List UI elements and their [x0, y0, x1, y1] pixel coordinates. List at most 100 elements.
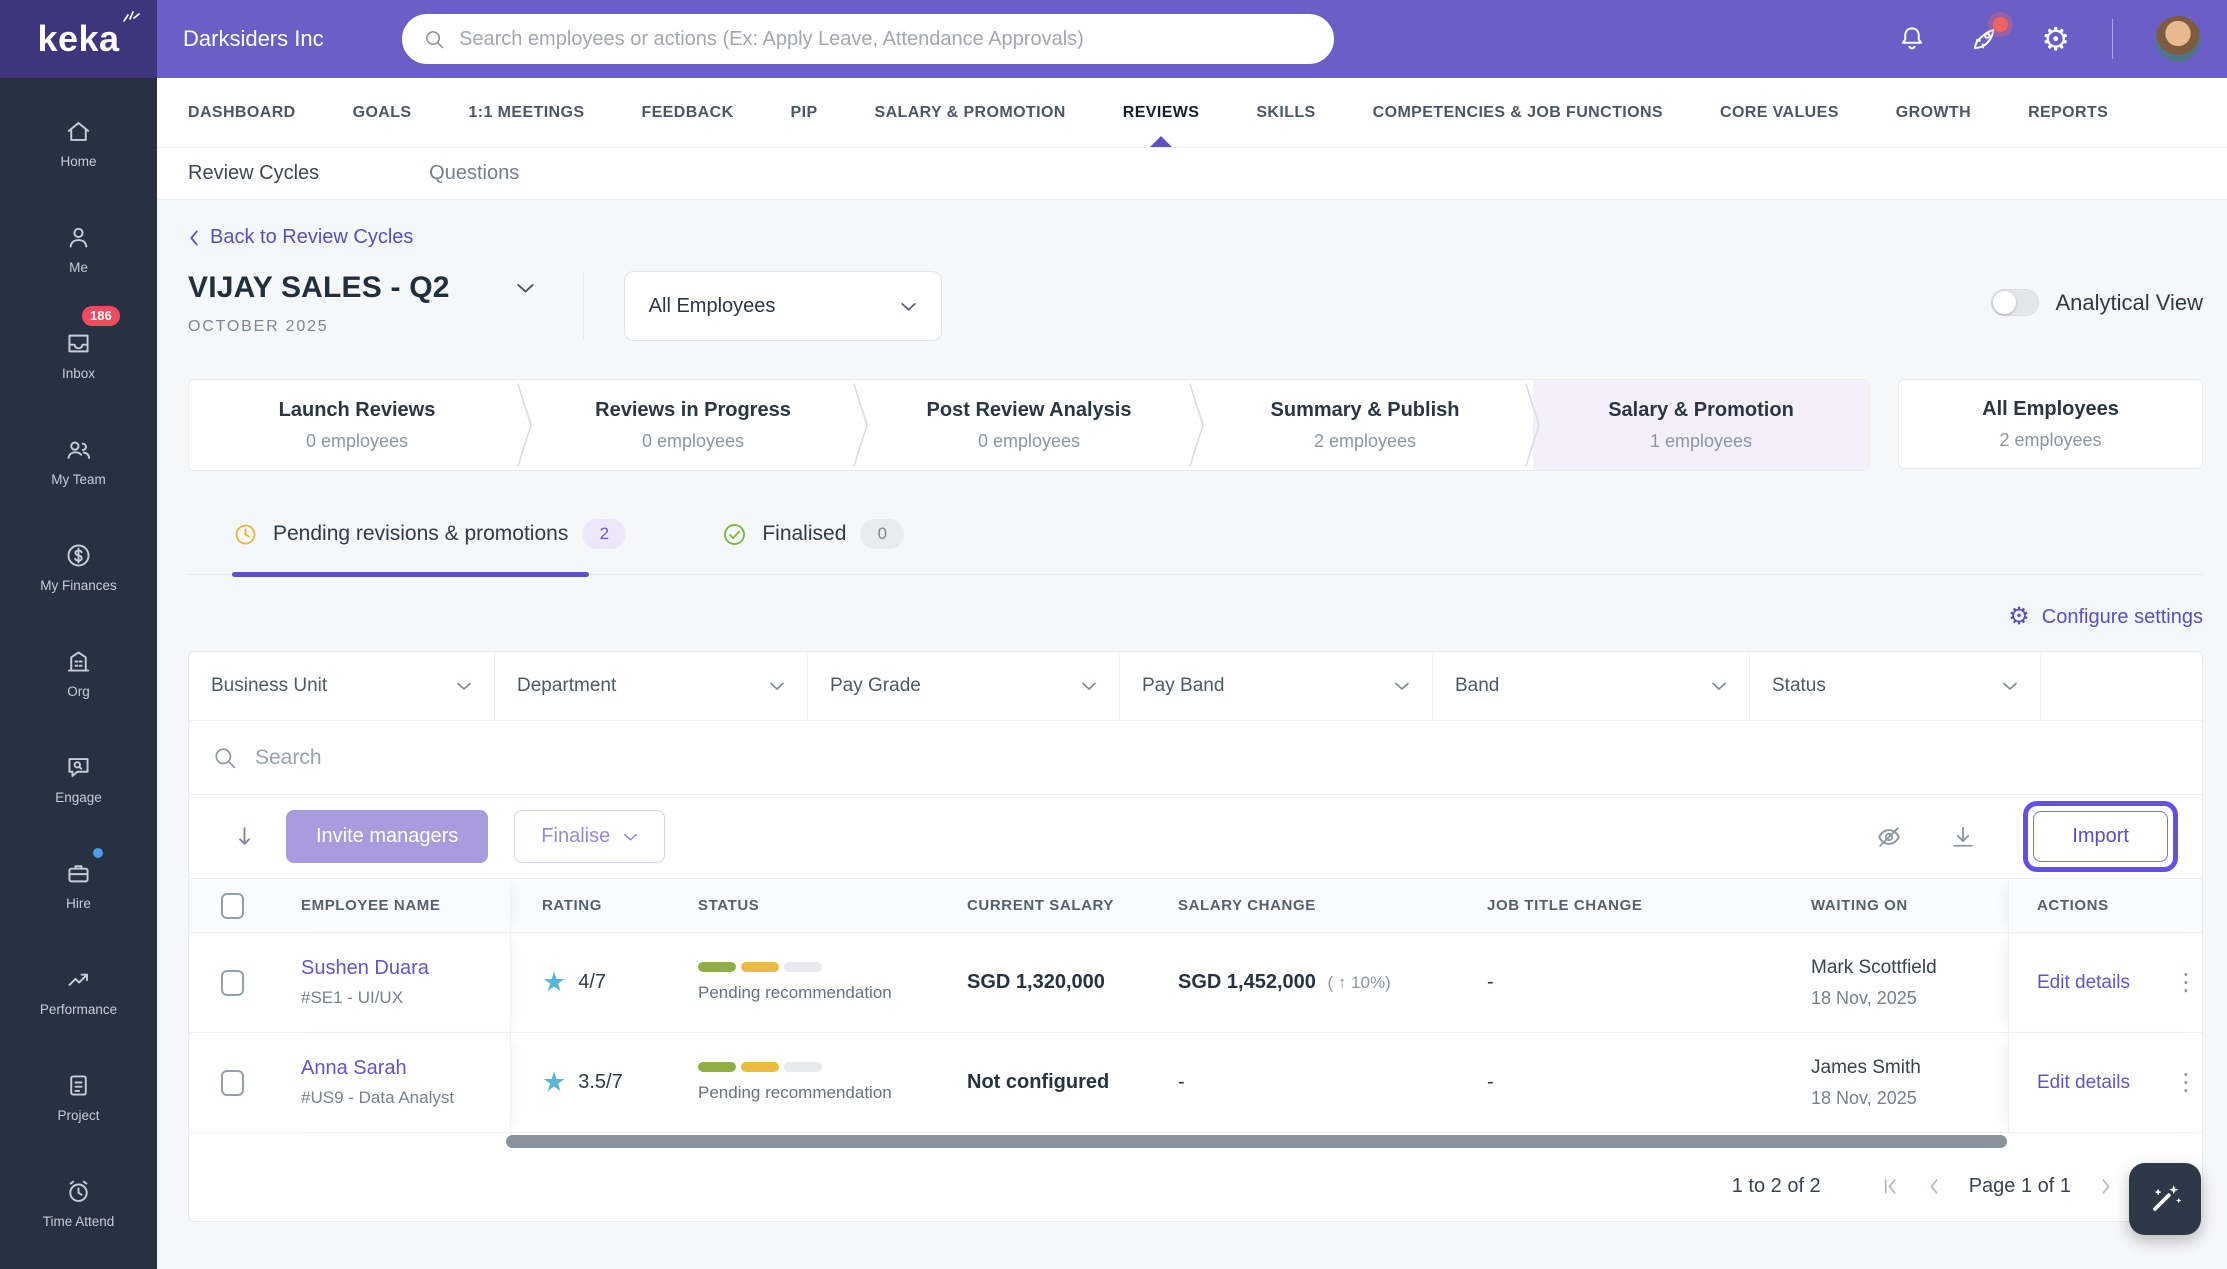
row-checkbox[interactable]: [221, 1070, 244, 1096]
team-icon: [64, 435, 93, 464]
sidebar-item-time-attend[interactable]: Time Attend: [0, 1150, 157, 1256]
kebab-menu-icon[interactable]: ⋮: [2174, 968, 2198, 997]
edit-details-link[interactable]: Edit details: [2037, 972, 2130, 994]
current-salary-cell: Not configured: [956, 1071, 1171, 1094]
tab-pip[interactable]: PIP: [791, 78, 818, 147]
sidebar-item-hire[interactable]: Hire: [0, 832, 157, 938]
employee-name-link[interactable]: Anna Sarah: [301, 1057, 407, 1080]
stage-post-review-analysis[interactable]: Post Review Analysis 0 employees: [861, 380, 1197, 470]
analytical-view-toggle[interactable]: [1991, 289, 2039, 316]
prev-page-button[interactable]: [1926, 1178, 1941, 1195]
tab-skills[interactable]: SKILLS: [1256, 78, 1315, 147]
filter-business-unit[interactable]: Business Unit: [189, 652, 495, 720]
page-title: VIJAY SALES - Q2: [188, 271, 450, 305]
download-icon[interactable]: [1949, 823, 1977, 851]
filter-band[interactable]: Band: [1433, 652, 1750, 720]
home-icon: [64, 117, 93, 146]
sidebar-item-my-finances[interactable]: My Finances: [0, 514, 157, 620]
sidebar-item-label: Me: [69, 260, 88, 275]
sidebar-item-engage[interactable]: Engage: [0, 726, 157, 832]
chevron-down-icon: [1394, 681, 1410, 691]
sidebar-item-label: My Team: [51, 472, 106, 487]
ai-assistant-fab[interactable]: [2129, 1163, 2201, 1235]
tab-core-values[interactable]: CORE VALUES: [1720, 78, 1839, 147]
sidebar-item-my-team[interactable]: My Team: [0, 408, 157, 514]
global-search-bar[interactable]: [402, 14, 1334, 64]
tab-feedback[interactable]: FEEDBACK: [641, 78, 733, 147]
global-search-input[interactable]: [459, 28, 1312, 51]
tab-salary-promotion[interactable]: SALARY & PROMOTION: [875, 78, 1066, 147]
settings-gear-icon[interactable]: ⚙: [2041, 23, 2070, 55]
sidebar-item-inbox[interactable]: 186 Inbox: [0, 302, 157, 408]
check-circle-icon: [721, 521, 748, 548]
tab-reports[interactable]: REPORTS: [2028, 78, 2108, 147]
col-status: STATUS: [681, 897, 956, 914]
scrollbar-thumb[interactable]: [506, 1135, 2007, 1148]
tab-pending-revisions[interactable]: Pending revisions & promotions 2: [232, 519, 626, 549]
sidebar-item-me[interactable]: Me: [0, 196, 157, 302]
chevron-down-icon: [2002, 681, 2018, 691]
col-employee-name: EMPLOYEE NAME: [291, 879, 511, 932]
sidebar: keka Home Me 186 Inbox My Team My Financ…: [0, 0, 157, 1269]
filter-department[interactable]: Department: [495, 652, 808, 720]
tab-competencies[interactable]: COMPETENCIES & JOB FUNCTIONS: [1373, 78, 1663, 147]
main-area: DASHBOARD GOALS 1:1 MEETINGS FEEDBACK PI…: [157, 78, 2227, 1269]
edit-details-link[interactable]: Edit details: [2037, 1072, 2130, 1094]
sidebar-item-project[interactable]: Project: [0, 1044, 157, 1150]
filter-pay-band[interactable]: Pay Band: [1120, 652, 1433, 720]
subtab-questions[interactable]: Questions: [429, 162, 519, 185]
filter-pay-grade[interactable]: Pay Grade: [808, 652, 1120, 720]
select-all-checkbox[interactable]: [221, 893, 244, 919]
import-button[interactable]: Import: [2033, 811, 2168, 862]
tab-1-1-meetings[interactable]: 1:1 MEETINGS: [469, 78, 585, 147]
invite-managers-button[interactable]: Invite managers: [286, 810, 488, 863]
hide-columns-icon[interactable]: [1875, 823, 1903, 851]
subtab-review-cycles[interactable]: Review Cycles: [188, 162, 319, 185]
filter-status[interactable]: Status: [1750, 652, 2041, 720]
configure-settings-button[interactable]: ⚙ Configure settings: [188, 605, 2203, 629]
tab-dashboard[interactable]: DASHBOARD: [188, 78, 296, 147]
sidebar-item-performance[interactable]: Performance: [0, 938, 157, 1044]
sort-icon[interactable]: [231, 823, 258, 850]
sidebar-item-home[interactable]: Home: [0, 90, 157, 196]
actions-cell: Edit details ⋮: [2008, 933, 2202, 1032]
user-icon: [64, 223, 93, 252]
table-search-bar[interactable]: [189, 720, 2202, 794]
chevron-down-icon: [456, 681, 472, 691]
table-search-input[interactable]: [255, 746, 2178, 770]
tab-finalised[interactable]: Finalised 0: [721, 519, 904, 549]
stage-summary-publish[interactable]: Summary & Publish 2 employees: [1197, 380, 1533, 470]
salary-tabs: Pending revisions & promotions 2 Finalis…: [188, 519, 2203, 575]
chevron-left-icon: [188, 229, 199, 247]
user-avatar[interactable]: [2155, 16, 2201, 62]
briefcase-icon: [64, 859, 93, 888]
back-link[interactable]: Back to Review Cycles: [188, 226, 413, 249]
row-checkbox[interactable]: [221, 970, 244, 996]
first-page-button[interactable]: [1883, 1178, 1898, 1195]
col-salary-change: SALARY CHANGE: [1171, 897, 1481, 914]
kebab-menu-icon[interactable]: ⋮: [2174, 1068, 2198, 1097]
tab-growth[interactable]: GROWTH: [1896, 78, 1971, 147]
stage-salary-promotion[interactable]: Salary & Promotion 1 employees: [1533, 380, 1869, 470]
cycle-dropdown-chevron[interactable]: [516, 282, 535, 294]
sidebar-item-org[interactable]: Org: [0, 620, 157, 726]
employee-filter-select[interactable]: All Employees: [624, 271, 942, 341]
stage-launch-reviews[interactable]: Launch Reviews 0 employees: [189, 380, 525, 470]
tab-goals[interactable]: GOALS: [353, 78, 412, 147]
stage-reviews-in-progress[interactable]: Reviews in Progress 0 employees: [525, 380, 861, 470]
employee-name-link[interactable]: Sushen Duara: [301, 957, 429, 980]
chevron-down-icon: [1711, 681, 1727, 691]
star-icon: ★: [542, 969, 566, 996]
tab-reviews[interactable]: REVIEWS: [1123, 78, 1200, 147]
inbox-icon: [64, 329, 93, 358]
finalise-button[interactable]: Finalise: [514, 810, 665, 863]
whats-new-button[interactable]: [1969, 24, 1999, 54]
logo-block[interactable]: keka: [0, 0, 157, 78]
status-progress-pills: [698, 962, 956, 972]
next-page-button[interactable]: [2099, 1178, 2114, 1195]
pagination-range: 1 to 2 of 2: [1732, 1175, 1821, 1198]
active-tab-indicator: [1150, 136, 1172, 147]
pagination-page-label: Page 1 of 1: [1969, 1175, 2071, 1198]
bell-icon[interactable]: [1897, 24, 1927, 54]
stage-all-employees[interactable]: All Employees 2 employees: [1898, 379, 2203, 469]
